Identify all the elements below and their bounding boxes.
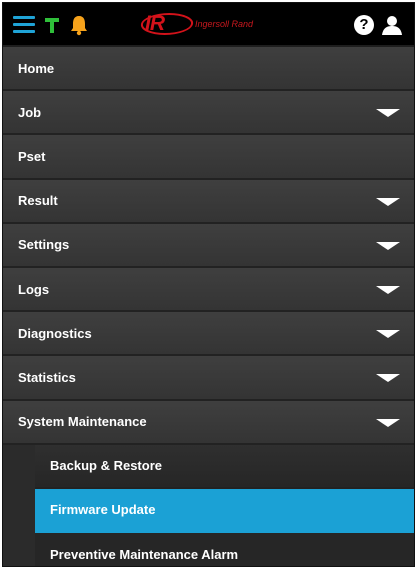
main-menu: Home Job Pset Result Settings Logs Diagn…	[3, 47, 414, 566]
menu-icon[interactable]	[13, 16, 35, 34]
chevron-down-icon[interactable]	[376, 374, 400, 383]
menu-item-label: Statistics	[18, 369, 76, 385]
chevron-down-icon[interactable]	[376, 330, 400, 339]
chevron-down-icon[interactable]	[376, 418, 400, 427]
menu-item-label: Settings	[18, 237, 70, 253]
menu-item-diagnostics[interactable]: Diagnostics	[3, 312, 414, 357]
menu-item-result[interactable]: Result	[3, 179, 414, 224]
app-frame: IR Ingersoll Rand ? Home Job Pset Result…	[2, 2, 415, 567]
user-icon[interactable]	[381, 14, 403, 36]
chevron-down-icon[interactable]	[376, 197, 400, 206]
menu-item-label: System Maintenance	[18, 414, 147, 430]
chevron-down-icon[interactable]	[376, 109, 400, 118]
logo-mark: IR	[145, 11, 191, 37]
submenu-item-label: Preventive Maintenance Alarm	[50, 546, 239, 562]
submenu-item-backup-restore[interactable]: Backup & Restore	[35, 444, 414, 489]
brand-logo: IR Ingersoll Rand	[145, 11, 295, 39]
menu-item-statistics[interactable]: Statistics	[3, 356, 414, 401]
menu-item-label: Diagnostics	[18, 325, 92, 341]
menu-item-label: Home	[18, 60, 55, 76]
menu-item-label: Pset	[18, 148, 46, 164]
submenu-item-label: Backup & Restore	[50, 458, 162, 474]
submenu-item-preventive-maintenance-alarm[interactable]: Preventive Maintenance Alarm	[35, 533, 414, 566]
submenu-item-label: Firmware Update	[50, 502, 156, 518]
logo-text: Ingersoll Rand	[195, 19, 254, 29]
menu-item-home[interactable]: Home	[3, 47, 414, 92]
menu-item-label: Logs	[18, 281, 50, 297]
menu-item-job[interactable]: Job	[3, 91, 414, 136]
menu-item-pset[interactable]: Pset	[3, 135, 414, 180]
wrench-icon[interactable]	[43, 15, 63, 35]
menu-item-logs[interactable]: Logs	[3, 267, 414, 313]
submenu-item-firmware-update[interactable]: Firmware Update	[35, 488, 414, 534]
help-icon[interactable]: ?	[354, 15, 374, 35]
chevron-down-icon[interactable]	[376, 285, 400, 294]
top-bar: IR Ingersoll Rand ?	[3, 3, 414, 47]
menu-item-label: Job	[18, 104, 42, 120]
bell-icon[interactable]	[69, 14, 89, 36]
menu-item-system-maintenance[interactable]: System Maintenance	[3, 400, 414, 445]
chevron-down-icon[interactable]	[376, 241, 400, 250]
menu-item-label: Result	[18, 193, 58, 209]
menu-item-settings[interactable]: Settings	[3, 223, 414, 268]
